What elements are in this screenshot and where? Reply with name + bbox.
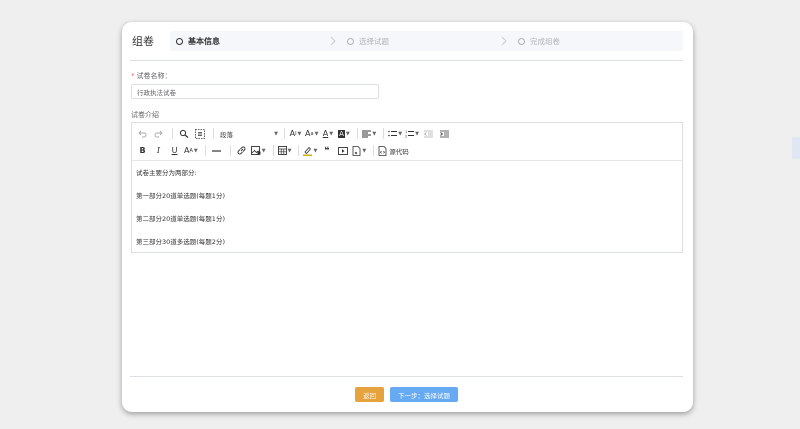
- toolbar-row-2: B I U A A ▼ ▼ ▼ ▼ ❝ ▼ 源代码: [136, 142, 678, 159]
- italic-icon[interactable]: I: [152, 144, 165, 157]
- content-paragraph: 第三部分30道多选题(每题2分): [136, 238, 225, 246]
- content-paragraph: 第一部分20道单选题(每题1分): [136, 192, 225, 200]
- bullet-list-icon[interactable]: ▼: [388, 127, 402, 140]
- toolbar-separator: [373, 145, 375, 156]
- side-tab[interactable]: [792, 137, 800, 159]
- toolbar-separator: [172, 128, 173, 139]
- indent-icon[interactable]: [438, 127, 451, 140]
- exam-name-input[interactable]: [131, 84, 379, 99]
- step-circle-icon: [518, 37, 525, 45]
- svg-text:2: 2: [405, 134, 407, 138]
- background-color-icon[interactable]: A ▼: [337, 127, 350, 140]
- source-code-icon: [378, 145, 387, 156]
- image-icon[interactable]: ▼: [250, 144, 266, 157]
- bold-icon[interactable]: B: [136, 144, 149, 157]
- chevron-right-icon: [330, 36, 336, 46]
- content-paragraph: 第二部分20道单选题(每题1分): [136, 215, 225, 223]
- exam-name-label: * 试卷名称：: [131, 71, 172, 81]
- back-button[interactable]: 返回: [355, 387, 384, 402]
- paragraph-select-value: 段落: [220, 130, 233, 139]
- step-label: 基本信息: [188, 36, 220, 46]
- step-circle-icon: [347, 37, 354, 45]
- step-label: 完成组卷: [530, 36, 560, 46]
- font-color-icon[interactable]: A ▼: [321, 127, 334, 140]
- link-icon[interactable]: [235, 144, 248, 157]
- rich-text-editor: 段落 ▼ A I ▼ Aa ▼ A ▼ A ▼ ▼ ▼ 1 2 ▼ B I U …: [131, 122, 683, 253]
- toolbar-separator: [213, 128, 214, 139]
- numbered-list-icon[interactable]: 1 2 ▼: [405, 127, 419, 140]
- editor-content[interactable]: 试卷主要分为两部分: 第一部分20道单选题(每题1分) 第二部分20道单选题(每…: [132, 161, 682, 269]
- next-step-button[interactable]: 下一步：选择试题: [390, 387, 458, 402]
- highlight-icon[interactable]: ▼: [303, 144, 317, 157]
- paragraph-select[interactable]: 段落 ▼: [218, 127, 280, 140]
- step-label: 选择试题: [359, 36, 389, 46]
- editor-toolbar: 段落 ▼ A I ▼ Aa ▼ A ▼ A ▼ ▼ ▼ 1 2 ▼ B I U …: [132, 123, 682, 161]
- toolbar-separator: [298, 145, 300, 156]
- toolbar-row-1: 段落 ▼ A I ▼ Aa ▼ A ▼ A ▼ ▼ ▼ 1 2 ▼: [136, 125, 678, 142]
- underline-icon[interactable]: U: [168, 144, 181, 157]
- toolbar-separator: [229, 145, 231, 156]
- source-code-label: 源代码: [389, 147, 409, 156]
- page-break-icon[interactable]: ▼: [352, 144, 366, 157]
- table-icon[interactable]: ▼: [277, 144, 291, 157]
- step-circle-icon: [176, 37, 183, 45]
- find-replace-icon[interactable]: [177, 127, 190, 140]
- font-size-icon[interactable]: A I ▼: [289, 127, 302, 140]
- exam-intro-label: 试卷介绍: [131, 111, 159, 119]
- quote-icon[interactable]: ❝: [320, 144, 333, 157]
- toolbar-separator: [204, 145, 206, 156]
- outdent-icon[interactable]: [422, 127, 435, 140]
- step-complete: 完成组卷: [512, 31, 683, 51]
- chevron-down-icon: ▼: [274, 130, 278, 137]
- toolbar-separator: [357, 128, 359, 139]
- media-icon[interactable]: [336, 144, 349, 157]
- page-header: 组卷 基本信息 选择试题 完成组卷: [130, 30, 683, 52]
- select-all-icon[interactable]: [193, 127, 206, 140]
- horizontal-rule-icon[interactable]: [210, 144, 223, 157]
- exam-name-label-text: 试卷名称：: [136, 72, 172, 80]
- svg-text:1: 1: [405, 130, 407, 134]
- required-mark: *: [131, 72, 135, 80]
- toolbar-separator: [272, 145, 274, 156]
- step-indicator: 基本信息 选择试题 完成组卷: [170, 31, 683, 51]
- step-basic-info: 基本信息: [170, 31, 341, 51]
- source-code-button[interactable]: 源代码: [378, 144, 409, 157]
- page-title: 组卷: [132, 35, 154, 48]
- main-card: 组卷 基本信息 选择试题 完成组卷 *试卷名称： 试卷介绍: [122, 22, 693, 412]
- toolbar-separator: [284, 128, 285, 139]
- more-text-styles-icon[interactable]: A A ▼: [184, 144, 198, 157]
- align-left-icon[interactable]: ▼: [362, 127, 376, 140]
- step-select-questions: 选择试题: [341, 31, 512, 51]
- footer-divider: [130, 376, 683, 377]
- redo-icon[interactable]: [152, 127, 165, 140]
- header-divider: [130, 60, 683, 61]
- chevron-right-icon: [501, 36, 507, 46]
- undo-icon[interactable]: [136, 127, 149, 140]
- toolbar-separator: [383, 128, 385, 139]
- font-family-icon[interactable]: Aa ▼: [305, 127, 318, 140]
- content-paragraph: 试卷主要分为两部分:: [136, 169, 197, 177]
